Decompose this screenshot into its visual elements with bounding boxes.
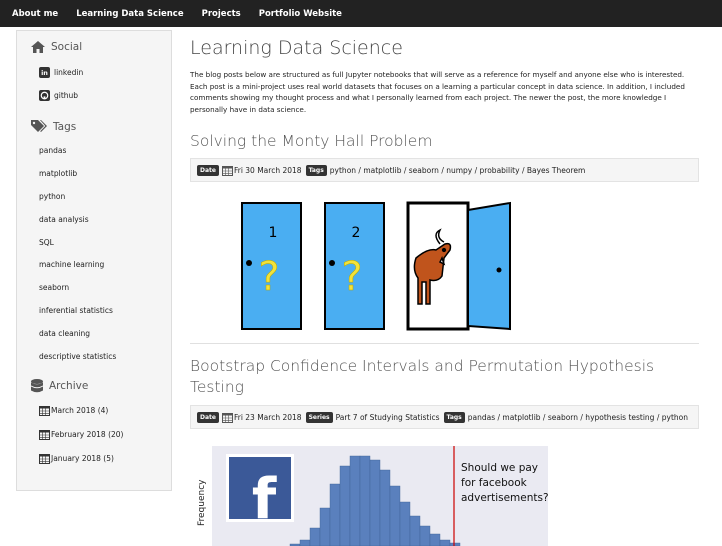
social-heading-label: Social — [51, 41, 83, 53]
post-title-bootstrap[interactable]: Bootstrap Confidence Intervals and Permu… — [190, 356, 654, 398]
door-1-question-mark: ? — [258, 254, 279, 300]
nav-projects[interactable]: Projects — [202, 9, 241, 19]
archive-item-january-2018[interactable]: January 2018 (5) — [39, 453, 114, 464]
sidebar: Social in linkedin github Tags pandas ma… — [16, 30, 172, 491]
tags-icon — [31, 120, 47, 132]
door-2-question-mark: ? — [341, 254, 362, 300]
calendar-icon — [221, 165, 233, 176]
tag-seaborn[interactable]: seaborn — [39, 283, 69, 292]
archive-label: March 2018 (4) — [51, 406, 109, 415]
archive-heading-label: Archive — [49, 380, 89, 392]
door-2-knob — [329, 260, 335, 266]
intro-paragraph: The blog posts below are structured as f… — [190, 70, 685, 114]
nav-learning-data-science[interactable]: Learning Data Science — [76, 9, 183, 19]
sidebar-link-github[interactable]: github — [39, 90, 78, 101]
post-title-line-1: Bootstrap Confidence Intervals and Permu… — [190, 357, 655, 375]
tag-matplotlib[interactable]: matplotlib — [39, 169, 77, 178]
nav-portfolio-website[interactable]: Portfolio Website — [259, 9, 342, 19]
bootstrap-histogram-image[interactable]: Frequency f Should we pay for facebook a… — [190, 446, 550, 546]
nav-about-me[interactable]: About me — [12, 9, 58, 19]
annotation-line-2: for facebook — [461, 477, 528, 489]
post-meta-monty-hall: Date Fri 30 March 2018 Tags python / mat… — [190, 158, 699, 182]
post-title-line-2: Testing — [190, 378, 244, 396]
tag-machine-learning[interactable]: machine learning — [39, 260, 104, 269]
top-navbar: About me Learning Data Science Projects … — [0, 0, 722, 27]
series-label: Series — [305, 411, 333, 423]
post-date: Fri 23 March 2018 — [233, 412, 302, 422]
annotation-line-3: advertisements? — [461, 492, 549, 504]
annotation-line-1: Should we pay — [461, 462, 538, 474]
post-title-monty-hall[interactable]: Solving the Monty Hall Problem — [190, 131, 432, 152]
archive-item-march-2018[interactable]: March 2018 (4) — [39, 405, 108, 416]
archive-item-february-2018[interactable]: February 2018 (20) — [39, 429, 123, 440]
tags-label: Tags — [443, 411, 465, 423]
tag-sql[interactable]: SQL — [39, 238, 54, 247]
tag-python[interactable]: python — [39, 192, 65, 201]
date-label: Date — [197, 164, 219, 176]
tag-data-cleaning[interactable]: data cleaning — [39, 329, 90, 338]
github-icon — [39, 90, 50, 101]
facebook-logo: f — [226, 454, 294, 532]
social-heading: Social — [31, 41, 82, 53]
sidebar-link-linkedin[interactable]: in linkedin — [39, 67, 83, 78]
tag-inferential-statistics[interactable]: inferential statistics — [39, 306, 113, 315]
linkedin-label: linkedin — [54, 68, 84, 77]
post-date: Fri 30 March 2018 — [233, 165, 302, 175]
tag-data-analysis[interactable]: data analysis — [39, 215, 89, 224]
calendar-icon — [39, 430, 50, 440]
post-meta-bootstrap: Date Fri 23 March 2018 Series Part 7 of … — [190, 405, 699, 429]
y-axis-label: Frequency — [197, 479, 207, 526]
post-divider — [190, 343, 699, 344]
database-icon — [31, 379, 43, 393]
post-tags[interactable]: python / matplotlib / seaborn / numpy / … — [330, 166, 586, 175]
page-title: Learning Data Science — [190, 37, 403, 59]
calendar-icon — [221, 412, 233, 423]
door-3-knob — [496, 267, 502, 273]
tag-descriptive-statistics[interactable]: descriptive statistics — [39, 352, 116, 361]
date-label: Date — [197, 411, 219, 423]
door-1-knob — [246, 260, 252, 266]
tags-heading-label: Tags — [53, 120, 77, 133]
door-1-number: 1 — [269, 225, 278, 241]
archive-label: February 2018 (20) — [51, 430, 124, 439]
calendar-icon — [39, 454, 50, 464]
door-2-number: 2 — [352, 225, 361, 241]
monty-hall-image[interactable]: 1 ? 2 ? — [240, 200, 520, 332]
tags-label: Tags — [305, 164, 327, 176]
tag-pandas[interactable]: pandas — [39, 146, 66, 155]
calendar-icon — [39, 406, 50, 416]
archive-heading: Archive — [31, 379, 88, 393]
svg-text:f: f — [252, 467, 277, 532]
post-series[interactable]: Part 7 of Studying Statistics — [336, 413, 440, 422]
github-label: github — [54, 91, 79, 100]
post-tags[interactable]: pandas / matplotlib / seaborn / hypothes… — [468, 413, 688, 422]
home-icon — [31, 41, 45, 53]
tags-heading: Tags — [31, 120, 76, 133]
archive-label: January 2018 (5) — [51, 454, 114, 463]
door-3-open-panel — [467, 201, 511, 331]
linkedin-icon: in — [39, 67, 50, 78]
